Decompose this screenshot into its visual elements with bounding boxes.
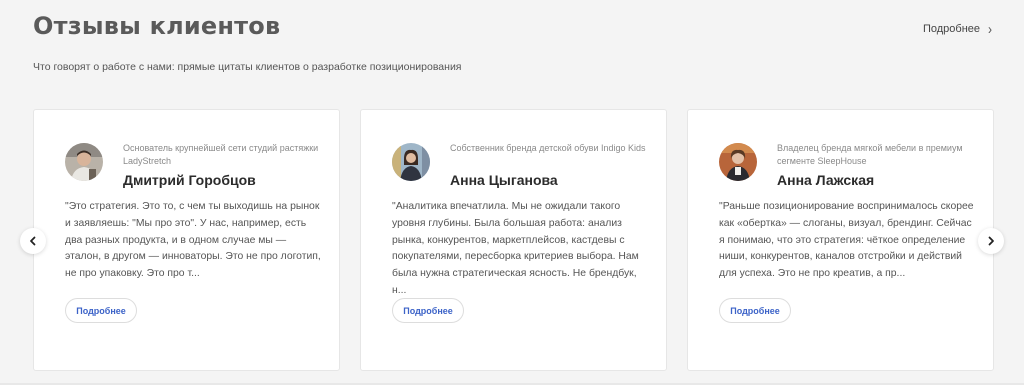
header-more-link[interactable]: Подробнее › — [922, 20, 992, 38]
chevron-left-icon — [30, 236, 36, 246]
avatar — [65, 143, 103, 181]
client-name: Дмитрий Горобцов — [123, 172, 256, 188]
client-role: Владелец бренда мягкой мебели в премиум … — [777, 143, 963, 166]
testimonials-carousel: Основатель крупнейшей сети студий растяж… — [33, 109, 994, 371]
avatar — [392, 143, 430, 181]
avatar — [719, 143, 757, 181]
testimonial-card: Владелец бренда мягкой мебели в премиум … — [687, 109, 994, 371]
more-button[interactable]: Подробнее — [392, 298, 464, 323]
client-role: Основатель крупнейшей сети студий растяж… — [123, 143, 319, 166]
client-role: Собственник бренда детской обуви Indigo … — [450, 143, 646, 153]
page-title: Отзывы клиентов — [33, 12, 281, 40]
testimonial-card: Основатель крупнейшей сети студий растяж… — [33, 109, 340, 371]
carousel-next-button[interactable] — [978, 228, 1004, 254]
header-more-label: Подробнее — [922, 23, 980, 35]
client-quote: "Это стратегия. Это то, с чем ты выходиш… — [65, 201, 321, 280]
more-button[interactable]: Подробнее — [719, 298, 791, 323]
chevron-right-icon: › — [988, 20, 992, 38]
page-subtitle: Что говорят о работе с нами: прямые цита… — [33, 61, 462, 73]
chevron-right-icon — [988, 236, 994, 246]
carousel-prev-button[interactable] — [20, 228, 46, 254]
client-quote: "Аналитика впечатлила. Мы не ожидали так… — [392, 201, 639, 296]
client-name: Анна Лажская — [777, 172, 875, 188]
client-name: Анна Цыганова — [450, 172, 558, 188]
more-button[interactable]: Подробнее — [65, 298, 137, 323]
testimonial-card: Собственник бренда детской обуви Indigo … — [360, 109, 667, 371]
client-quote: "Раньше позиционирование воспринималось … — [719, 201, 974, 280]
